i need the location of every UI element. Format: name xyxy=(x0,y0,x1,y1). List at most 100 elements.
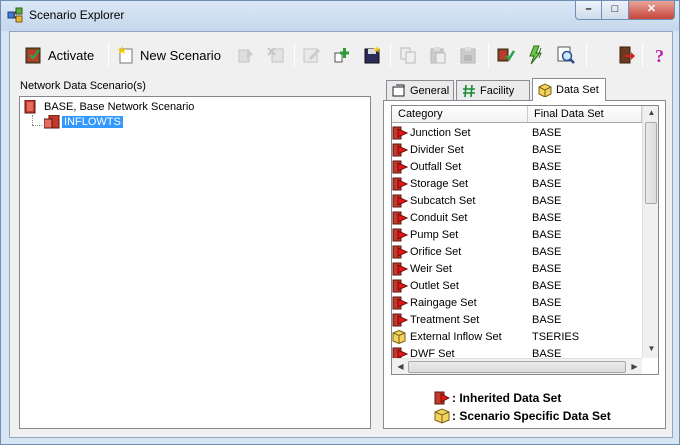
inherited-data-set-icon xyxy=(392,211,409,225)
edit-scenario-button[interactable] xyxy=(302,41,322,69)
cell-final-data-set: BASE xyxy=(532,177,562,190)
inherited-data-set-icon xyxy=(392,228,409,242)
horizontal-scroll-thumb[interactable] xyxy=(408,361,626,373)
delete-scenario-icon xyxy=(266,45,286,65)
child-scenario-icon xyxy=(43,114,60,129)
vertical-scroll-thumb[interactable] xyxy=(645,122,657,204)
grid-header: Category Final Data Set xyxy=(392,106,642,123)
title-bar[interactable]: Scenario Explorer – □ ✕ xyxy=(1,1,679,31)
table-row[interactable]: Subcatch Set BASE xyxy=(392,192,642,209)
copy-button[interactable] xyxy=(398,41,418,69)
table-row[interactable]: Orifice Set BASE xyxy=(392,243,642,260)
tree-item-inflowts[interactable]: INFLOWTS xyxy=(43,114,123,130)
table-row[interactable]: Storage Set BASE xyxy=(392,175,642,192)
category-label: Subcatch Set xyxy=(410,194,476,207)
tree-item-base[interactable]: BASE, Base Network Scenario xyxy=(24,99,196,115)
category-label: Outlet Set xyxy=(410,279,459,292)
cell-category: Conduit Set xyxy=(392,211,528,225)
scenario-report-button[interactable] xyxy=(556,41,576,69)
help-button[interactable]: ? xyxy=(650,41,670,69)
new-scenario-button[interactable]: New Scenario xyxy=(116,41,221,69)
category-label: Outfall Set xyxy=(410,160,462,173)
cell-final-data-set: TSERIES xyxy=(532,330,580,343)
table-row[interactable]: External Inflow Set TSERIES xyxy=(392,328,642,345)
toolbar: Activate New Scenario ? xyxy=(10,32,672,76)
inherited-data-set-icon xyxy=(392,143,409,157)
cell-final-data-set: BASE xyxy=(532,262,562,275)
tab-general[interactable]: General xyxy=(386,80,454,100)
column-header-category[interactable]: Category xyxy=(392,106,528,122)
exit-button[interactable] xyxy=(616,41,636,69)
table-row[interactable]: Pump Set BASE xyxy=(392,226,642,243)
table-row[interactable]: Raingage Set BASE xyxy=(392,294,642,311)
specific-data-set-icon xyxy=(392,329,408,344)
scenario-tree[interactable]: BASE, Base Network Scenario INFLOWTS xyxy=(19,96,371,429)
table-row[interactable]: Conduit Set BASE xyxy=(392,209,642,226)
category-label: Divider Set xyxy=(410,143,464,156)
tab-label: Facility xyxy=(480,84,515,97)
column-header-final-data-set[interactable]: Final Data Set xyxy=(528,106,642,122)
legend-inherited: : Inherited Data Set xyxy=(434,389,611,407)
cell-final-data-set: BASE xyxy=(532,143,562,156)
copy-icon xyxy=(398,45,418,65)
cell-category: Junction Set xyxy=(392,126,528,140)
scroll-down-icon[interactable]: ▼ xyxy=(643,344,658,353)
maximize-button[interactable]: □ xyxy=(602,1,629,20)
save-scenario-button[interactable] xyxy=(362,41,382,69)
cell-category: Outfall Set xyxy=(392,160,528,174)
copy-scenario-icon xyxy=(236,45,256,65)
save-icon xyxy=(362,45,382,65)
inherited-data-set-icon xyxy=(392,160,409,174)
compare-scenarios-button[interactable] xyxy=(496,41,516,69)
inherited-data-set-icon xyxy=(392,177,409,191)
table-row[interactable]: Weir Set BASE xyxy=(392,260,642,277)
activate-button[interactable]: Activate xyxy=(24,41,94,69)
tab-data-set[interactable]: Data Set xyxy=(532,78,606,101)
table-row[interactable]: Outfall Set BASE xyxy=(392,158,642,175)
toolbar-separator xyxy=(586,43,587,67)
exit-door-icon xyxy=(616,45,636,65)
cell-category: Divider Set xyxy=(392,143,528,157)
tab-label: Data Set xyxy=(556,84,599,96)
inherited-data-set-icon xyxy=(392,296,409,310)
activate-label: Activate xyxy=(48,47,95,63)
new-scenario-label: New Scenario xyxy=(140,47,221,63)
inherited-data-set-icon xyxy=(392,245,409,259)
data-set-grid[interactable]: Category Final Data Set Junction Set BASE… xyxy=(391,105,659,375)
cell-category: Subcatch Set xyxy=(392,194,528,208)
cell-final-data-set: BASE xyxy=(532,296,562,309)
category-label: Raingage Set xyxy=(410,296,477,309)
category-label: Pump Set xyxy=(410,228,459,241)
vertical-scrollbar[interactable]: ▲ ▼ xyxy=(642,106,658,358)
scroll-left-icon[interactable]: ◀ xyxy=(392,362,409,371)
toolbar-separator xyxy=(294,43,295,67)
delete-scenario-button[interactable] xyxy=(266,41,286,69)
scroll-up-icon[interactable]: ▲ xyxy=(643,108,658,117)
scenario-explorer-app-icon xyxy=(7,7,23,23)
copy-scenario-button[interactable] xyxy=(236,41,256,69)
tab-facility[interactable]: Facility xyxy=(456,80,530,100)
cell-final-data-set: BASE xyxy=(532,228,562,241)
category-label: Junction Set xyxy=(410,126,471,139)
horizontal-scrollbar[interactable]: ◀ ▶ xyxy=(392,358,643,374)
cell-category: Pump Set xyxy=(392,228,528,242)
table-row[interactable]: Treatment Set BASE xyxy=(392,311,642,328)
add-child-scenario-button[interactable] xyxy=(332,41,352,69)
clipboard-button[interactable] xyxy=(458,41,478,69)
scroll-right-icon[interactable]: ▶ xyxy=(626,362,643,371)
table-row[interactable]: Divider Set BASE xyxy=(392,141,642,158)
help-icon: ? xyxy=(650,45,670,66)
category-label: Orifice Set xyxy=(410,245,462,258)
grid-rows: Junction Set BASE Divider Set BASE Outfall S… xyxy=(392,124,642,362)
legend-specific: : Scenario Specific Data Set xyxy=(434,407,611,425)
table-row[interactable]: Junction Set BASE xyxy=(392,124,642,141)
scenario-icon xyxy=(24,99,38,114)
close-button[interactable]: ✕ xyxy=(629,1,675,20)
add-child-icon xyxy=(332,45,352,65)
paste-button[interactable] xyxy=(428,41,448,69)
tab-label: General xyxy=(410,84,450,97)
minimize-button[interactable]: – xyxy=(575,1,602,20)
batch-run-button[interactable] xyxy=(526,41,546,69)
cell-final-data-set: BASE xyxy=(532,194,562,207)
table-row[interactable]: Outlet Set BASE xyxy=(392,277,642,294)
